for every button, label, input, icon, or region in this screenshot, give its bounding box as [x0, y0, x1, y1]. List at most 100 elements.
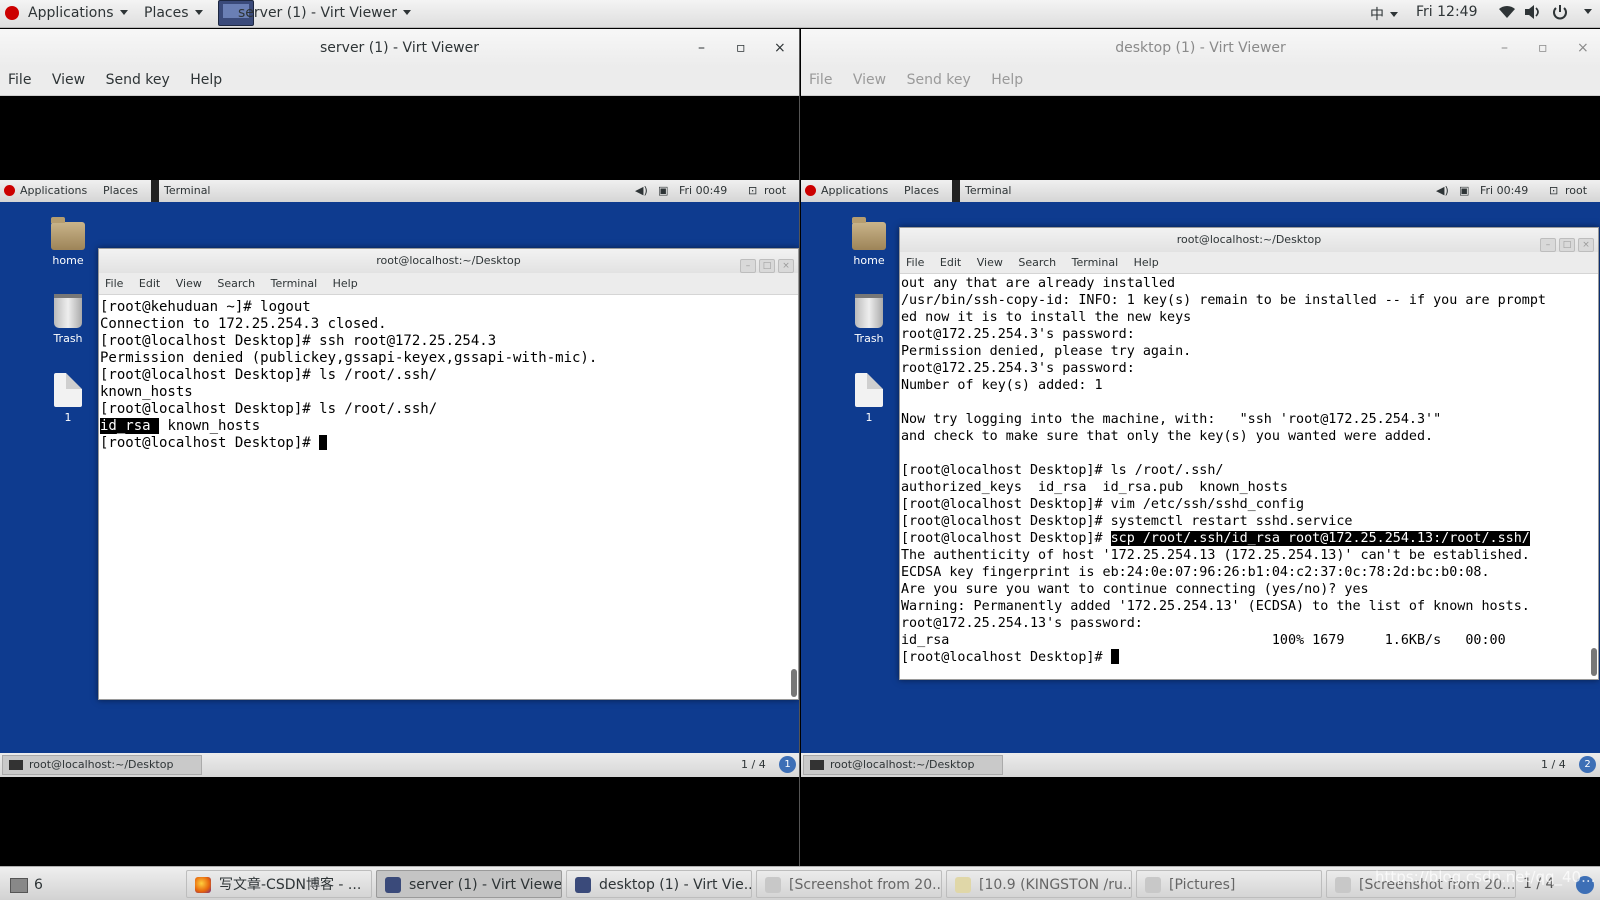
- term-menu-file[interactable]: File: [906, 256, 924, 269]
- taskbar-item-label: 写文章-CSDN博客 - ...: [219, 877, 362, 893]
- guest-applications-menu[interactable]: Applications: [20, 184, 87, 197]
- desktop-icon-trash[interactable]: Trash: [38, 294, 98, 345]
- volume-icon[interactable]: ◀): [635, 184, 648, 197]
- taskbar-item-editor[interactable]: [10.9 (KINGSTON /ru...: [946, 870, 1132, 898]
- network-icon[interactable]: ▣: [658, 184, 668, 197]
- guest-screen[interactable]: Applications Places Terminal ◀) ▣ Fri 00…: [0, 180, 799, 777]
- clock[interactable]: Fri 12:49: [1416, 4, 1477, 20]
- terminal-line: out any that are already installed: [901, 276, 1176, 291]
- terminal-line: id_rsa known_hosts: [100, 418, 788, 435]
- menu-view[interactable]: View: [52, 72, 85, 88]
- terminal-line: Are you sure you want to continue connec…: [901, 582, 1369, 597]
- guest-clock[interactable]: Fri 00:49: [679, 184, 727, 197]
- term-menu-edit[interactable]: Edit: [139, 277, 160, 290]
- minimize-icon[interactable]: –: [698, 29, 705, 67]
- desktop-icon-file[interactable]: 1: [839, 373, 899, 424]
- terminal-output[interactable]: [root@kehuduan ~]# logout Connection to 1…: [100, 299, 788, 697]
- menu-file[interactable]: File: [8, 72, 31, 88]
- taskbar-item-label: server (1) - Virt Viewer: [409, 877, 562, 893]
- show-desktop-button[interactable]: 6: [8, 871, 43, 899]
- minimize-icon[interactable]: –: [1501, 29, 1508, 67]
- guest-task-terminal[interactable]: root@localhost:~/Desktop: [2, 755, 202, 775]
- term-menu-file[interactable]: File: [105, 277, 123, 290]
- firefox-icon: [195, 877, 211, 893]
- maximize-icon[interactable]: □: [1559, 238, 1575, 252]
- window-menu[interactable]: server (1) - Virt Viewer: [238, 5, 411, 21]
- menu-view[interactable]: View: [853, 72, 886, 88]
- taskbar-item-server-viewer[interactable]: server (1) - Virt Viewer: [376, 870, 562, 898]
- terminal-titlebar[interactable]: root@localhost:~/Desktop – □ ×: [99, 249, 798, 273]
- taskbar-item-screenshot[interactable]: [Screenshot from 20...: [756, 870, 942, 898]
- power-icon[interactable]: [1552, 4, 1568, 24]
- maximize-icon[interactable]: □: [759, 259, 775, 273]
- minimize-icon[interactable]: –: [1540, 238, 1556, 252]
- close-icon[interactable]: ×: [774, 29, 786, 67]
- home-folder-icon: [852, 217, 886, 250]
- taskbar-item-firefox[interactable]: 写文章-CSDN博客 - ...: [186, 870, 372, 898]
- applications-menu[interactable]: Applications: [28, 5, 128, 21]
- terminal-line: [root@localhost Desktop]# scp /root/.ssh…: [901, 530, 1588, 547]
- term-menu-help[interactable]: Help: [1134, 256, 1159, 269]
- term-menu-view[interactable]: View: [176, 277, 202, 290]
- terminal-titlebar[interactable]: root@localhost:~/Desktop – □ ×: [900, 228, 1598, 252]
- term-menu-help[interactable]: Help: [333, 277, 358, 290]
- term-menu-terminal[interactable]: Terminal: [1072, 256, 1119, 269]
- guest-task-terminal[interactable]: root@localhost:~/Desktop: [803, 755, 1003, 775]
- window-titlebar[interactable]: desktop (1) - Virt Viewer – ▫ ×: [801, 29, 1600, 67]
- terminal-line: and check to make sure that only the key…: [901, 429, 1434, 444]
- terminal-output[interactable]: out any that are already installed/usr/b…: [901, 275, 1588, 677]
- notification-badge[interactable]: 2: [1579, 756, 1596, 773]
- term-menu-search[interactable]: Search: [1018, 256, 1056, 269]
- menu-help[interactable]: Help: [190, 72, 222, 88]
- maximize-icon[interactable]: ▫: [1538, 29, 1548, 67]
- close-icon[interactable]: ×: [778, 259, 794, 273]
- text-editor-icon: [955, 877, 971, 893]
- volume-icon[interactable]: [1524, 4, 1542, 24]
- terminal-window[interactable]: root@localhost:~/Desktop – □ × File Edit V…: [98, 248, 799, 700]
- volume-icon[interactable]: ◀): [1436, 184, 1449, 197]
- guest-terminal-menu[interactable]: Terminal: [164, 184, 211, 197]
- chevron-down-icon[interactable]: [1578, 4, 1592, 20]
- taskbar-item-desktop-viewer[interactable]: desktop (1) - Virt Vie...: [566, 870, 752, 898]
- workspace-pager[interactable]: 1 / 4: [741, 758, 766, 771]
- desktop-icon-label: Trash: [53, 332, 83, 345]
- menu-send-key[interactable]: Send key: [106, 72, 170, 88]
- window-titlebar[interactable]: server (1) - Virt Viewer – ▫ ×: [0, 29, 799, 67]
- guest-user-menu[interactable]: root: [1565, 184, 1587, 197]
- terminal-scrollbar[interactable]: [791, 669, 797, 697]
- menu-send-key[interactable]: Send key: [907, 72, 971, 88]
- desktop-icon-home[interactable]: home: [839, 217, 899, 267]
- term-menu-search[interactable]: Search: [217, 277, 255, 290]
- menu-help[interactable]: Help: [991, 72, 1023, 88]
- terminal-line: Permission denied (publickey,gssapi-keye…: [100, 350, 598, 366]
- guest-screen[interactable]: Applications Places Terminal ◀) ▣ Fri 00…: [801, 180, 1600, 777]
- guest-places-menu[interactable]: Places: [904, 184, 939, 197]
- workspace-pager[interactable]: 1 / 4: [1541, 758, 1566, 771]
- guest-applications-menu[interactable]: Applications: [821, 184, 888, 197]
- term-menu-terminal[interactable]: Terminal: [271, 277, 318, 290]
- network-icon[interactable]: ▣: [1459, 184, 1469, 197]
- terminal-title: root@localhost:~/Desktop: [1176, 233, 1322, 246]
- desktop-icon-home[interactable]: home: [38, 217, 98, 267]
- terminal-icon: [952, 180, 960, 202]
- wifi-icon[interactable]: [1498, 4, 1516, 24]
- maximize-icon[interactable]: ▫: [736, 29, 746, 67]
- close-icon[interactable]: ×: [1577, 29, 1589, 67]
- guest-places-menu[interactable]: Places: [103, 184, 138, 197]
- desktop-icon-trash[interactable]: Trash: [839, 294, 899, 345]
- taskbar-item-pictures[interactable]: [Pictures]: [1136, 870, 1322, 898]
- input-method-indicator[interactable]: 中: [1370, 4, 1398, 24]
- menu-file[interactable]: File: [809, 72, 832, 88]
- guest-terminal-menu[interactable]: Terminal: [965, 184, 1012, 197]
- terminal-window[interactable]: root@localhost:~/Desktop – □ × File Edit V…: [899, 227, 1599, 680]
- term-menu-edit[interactable]: Edit: [940, 256, 961, 269]
- places-menu[interactable]: Places: [144, 5, 203, 21]
- guest-user-menu[interactable]: root: [764, 184, 786, 197]
- term-menu-view[interactable]: View: [977, 256, 1003, 269]
- notification-badge[interactable]: 1: [779, 756, 796, 773]
- guest-clock[interactable]: Fri 00:49: [1480, 184, 1528, 197]
- close-icon[interactable]: ×: [1578, 238, 1594, 252]
- desktop-icon-file[interactable]: 1: [38, 373, 98, 424]
- minimize-icon[interactable]: –: [740, 259, 756, 273]
- terminal-scrollbar[interactable]: [1591, 648, 1597, 676]
